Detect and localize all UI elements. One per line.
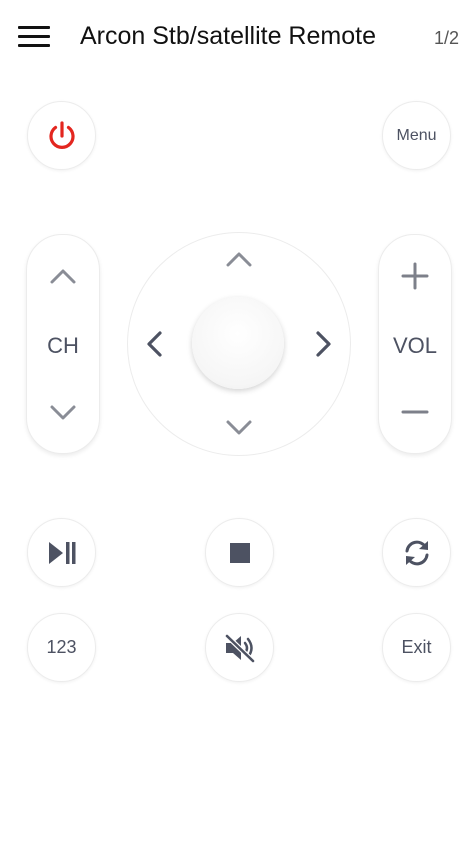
channel-down-button[interactable] — [38, 387, 88, 437]
dpad-left-button[interactable] — [132, 322, 176, 366]
chevron-up-icon — [226, 252, 252, 267]
chevron-down-icon — [226, 420, 252, 435]
chevron-left-icon — [147, 331, 162, 357]
numbers-button-label: 123 — [46, 637, 77, 657]
page-title: Arcon Stb/satellite Remote — [80, 22, 376, 50]
exit-button[interactable]: Exit — [382, 613, 451, 682]
mute-icon — [224, 633, 255, 663]
numbers-button[interactable]: 123 — [27, 613, 96, 682]
volume-rocker: VOL — [378, 234, 452, 454]
menu-button[interactable]: Menu — [382, 101, 451, 170]
stop-button[interactable] — [205, 518, 274, 587]
minus-icon — [401, 410, 429, 414]
dpad-up-button[interactable] — [217, 237, 261, 281]
chevron-right-icon — [316, 331, 331, 357]
power-icon — [48, 120, 75, 149]
page-indicator: 1/2 — [434, 28, 460, 48]
chevron-up-icon — [50, 269, 76, 284]
ok-button[interactable] — [192, 297, 284, 389]
channel-rocker: CH — [26, 234, 100, 454]
stop-icon — [229, 542, 250, 563]
plus-icon — [401, 262, 429, 290]
volume-down-button[interactable] — [390, 387, 440, 437]
hamburger-menu-icon[interactable] — [18, 26, 50, 48]
play-pause-button[interactable] — [27, 518, 96, 587]
channel-up-button[interactable] — [38, 251, 88, 301]
refresh-icon — [405, 540, 428, 565]
dpad-down-button[interactable] — [217, 405, 261, 449]
channel-label: CH — [47, 333, 79, 358]
exit-button-label: Exit — [401, 637, 432, 657]
dpad-right-button[interactable] — [302, 322, 346, 366]
play-pause-icon — [48, 541, 75, 564]
volume-up-button[interactable] — [390, 251, 440, 301]
power-button[interactable] — [27, 101, 96, 170]
menu-button-label: Menu — [396, 126, 437, 144]
refresh-button[interactable] — [382, 518, 451, 587]
mute-button[interactable] — [205, 613, 274, 682]
volume-label: VOL — [392, 333, 438, 358]
chevron-down-icon — [50, 405, 76, 420]
